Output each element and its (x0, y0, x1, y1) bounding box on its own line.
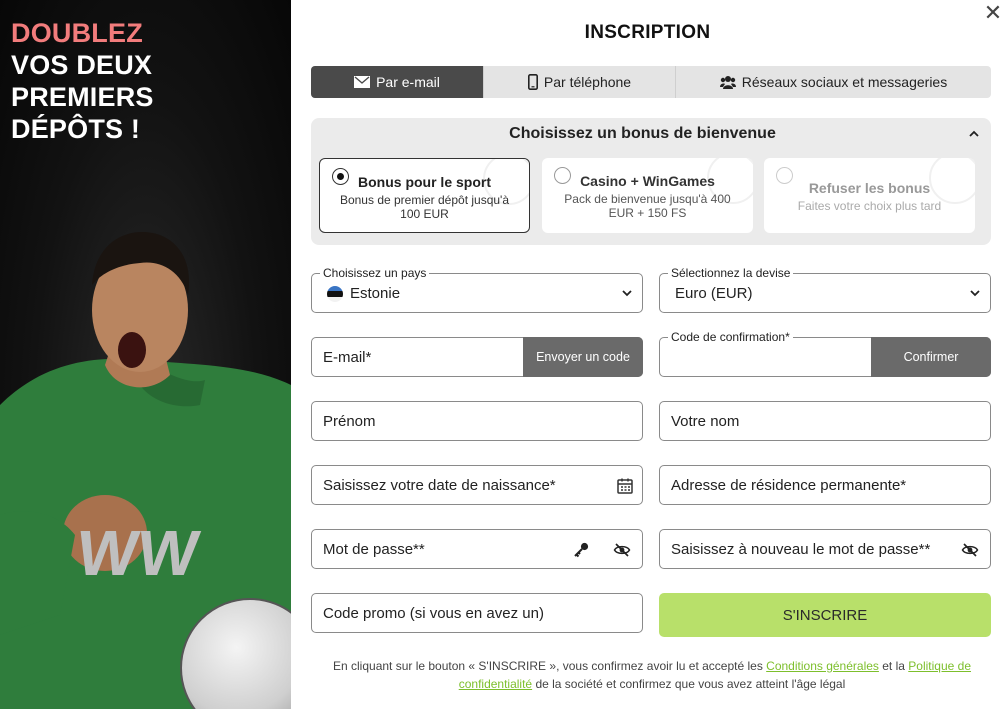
confirm-button[interactable]: Confirmer (871, 337, 991, 377)
users-icon (719, 76, 736, 89)
registration-tabs: Par e-mail Par téléphone Réseaux sociaux… (311, 66, 991, 98)
email-field[interactable]: E-mail* Envoyer un code (311, 337, 643, 377)
promo-line-3: PREMIERS (11, 82, 154, 112)
bonus-refuse-subtitle: Faites votre choix plus tard (797, 199, 942, 213)
eye-slash-icon[interactable] (961, 541, 979, 559)
svg-text:WW: WW (72, 517, 203, 589)
estonia-flag-icon (327, 286, 343, 302)
tab-email-label: Par e-mail (376, 74, 440, 90)
terms-link[interactable]: Conditions générales (766, 659, 879, 673)
bonus-sport-subtitle: Bonus de premier dépôt jusqu'à 100 EUR (339, 193, 510, 221)
promo-line-4: DÉPÔTS ! (11, 114, 141, 144)
chevron-down-icon (622, 290, 632, 297)
password-field[interactable]: Mot de passe** (311, 529, 643, 569)
chevron-up-icon[interactable] (967, 127, 981, 141)
page-title: INSCRIPTION (584, 22, 711, 43)
tab-email[interactable]: Par e-mail (311, 66, 484, 98)
legal-text-3: de la société et confirmez que vous avez… (532, 677, 846, 691)
key-icon[interactable] (572, 541, 590, 559)
first-name-placeholder: Prénom (323, 413, 376, 430)
register-button[interactable]: S'INSCRIRE (659, 593, 991, 637)
send-code-button[interactable]: Envoyer un code (523, 337, 643, 377)
confirmation-code-field[interactable]: Code de confirmation* Confirmer (659, 330, 991, 377)
bonus-option-sport[interactable]: Bonus pour le sport Bonus de premier dép… (319, 158, 530, 233)
birthdate-placeholder: Saisissez votre date de naissance* (323, 477, 556, 494)
last-name-placeholder: Votre nom (671, 413, 740, 430)
promo-code-placeholder: Code promo (si vous en avez un) (323, 605, 544, 622)
country-select[interactable]: Choisissez un pays Estonie (311, 266, 643, 313)
legal-text-1: En cliquant sur le bouton « S'INSCRIRE »… (333, 659, 767, 673)
envelope-icon (354, 76, 371, 88)
bonus-option-refuse[interactable]: Refuser les bonus Faites votre choix plu… (764, 158, 975, 233)
email-placeholder: E-mail* (323, 349, 372, 366)
promo-code-field[interactable]: Code promo (si vous en avez un) (311, 593, 643, 633)
password-repeat-field[interactable]: Saisissez à nouveau le mot de passe** (659, 529, 991, 569)
promo-line-2: VOS DEUX (11, 50, 153, 80)
bonus-casino-title: Casino + WinGames (580, 173, 715, 189)
tab-social[interactable]: Réseaux sociaux et messageries (676, 66, 991, 98)
birthdate-field[interactable]: Saisissez votre date de naissance* (311, 465, 643, 505)
tab-social-label: Réseaux sociaux et messageries (741, 74, 948, 90)
bonus-heading: Choisissez un bonus de bienvenue (509, 125, 776, 142)
currency-label: Sélectionnez la devise (668, 266, 794, 280)
registration-panel: ✕ INSCRIPTION Par e-mail Par téléphone R… (291, 0, 1004, 709)
bonus-refuse-title: Refuser les bonus (808, 180, 931, 196)
chevron-down-icon (970, 290, 980, 297)
tab-phone[interactable]: Par téléphone (484, 66, 676, 98)
promo-line-1: DOUBLEZ (11, 18, 143, 48)
legal-notice: En cliquant sur le bouton « S'INSCRIRE »… (329, 657, 975, 693)
bonus-sport-title: Bonus pour le sport (358, 174, 491, 190)
legal-text-2: et la (878, 659, 909, 673)
phone-icon (527, 74, 538, 90)
bonus-option-casino[interactable]: Casino + WinGames Pack de bienvenue jusq… (542, 158, 753, 233)
eye-slash-icon[interactable] (613, 541, 631, 559)
calendar-icon[interactable] (616, 477, 634, 495)
country-value: Estonie (350, 285, 401, 302)
currency-value: Euro (EUR) (675, 285, 753, 302)
close-icon[interactable]: ✕ (982, 2, 1004, 24)
bonus-casino-subtitle: Pack de bienvenue jusqu'à 400 EUR + 150 … (564, 192, 731, 220)
welcome-bonus-section: Choisissez un bonus de bienvenue Bonus p… (311, 118, 991, 245)
address-placeholder: Adresse de résidence permanente* (671, 477, 907, 494)
country-label: Choisissez un pays (320, 266, 430, 280)
confirmation-code-label: Code de confirmation* (668, 330, 793, 344)
tab-phone-label: Par téléphone (543, 74, 632, 90)
currency-select[interactable]: Sélectionnez la devise Euro (EUR) (659, 266, 991, 313)
address-field[interactable]: Adresse de résidence permanente* (659, 465, 991, 505)
password-repeat-placeholder: Saisissez à nouveau le mot de passe** (671, 541, 931, 558)
promo-headline: DOUBLEZ VOS DEUX PREMIERS DÉPÔTS ! (11, 17, 154, 145)
last-name-field[interactable]: Votre nom (659, 401, 991, 441)
first-name-field[interactable]: Prénom (311, 401, 643, 441)
promo-panel: WW DOUBLEZ VOS DEUX PREMIERS DÉPÔTS ! (0, 0, 291, 709)
password-placeholder: Mot de passe** (323, 541, 425, 558)
